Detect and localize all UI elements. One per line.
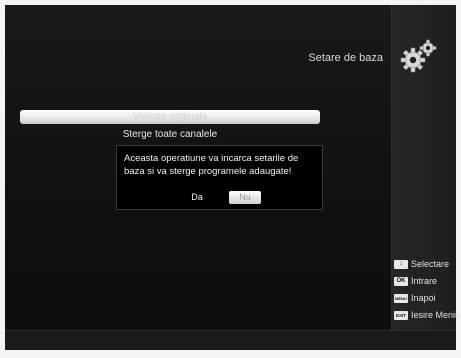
page-title: Setare de baza	[308, 52, 383, 64]
menu-item-label: Valoare originala	[132, 111, 208, 122]
help-label: Iesire Meniu	[411, 310, 461, 320]
no-button-label: Nu	[239, 192, 251, 202]
gear-icon	[400, 39, 437, 73]
no-button[interactable]: Nu	[229, 191, 261, 204]
help-row-exit: EXIT Iesire Meniu	[394, 309, 460, 326]
menu-key-icon: MENU	[394, 294, 408, 303]
help-row-select: ↕ Selectare	[394, 258, 454, 275]
dialog-message: Aceasta operatiune va incarca setarile d…	[124, 153, 299, 177]
help-row-enter: OK Intrare	[394, 275, 454, 292]
exit-key-icon: EXIT	[394, 311, 408, 320]
menu-item-original-value[interactable]: Valoare originala	[20, 110, 320, 124]
bottom-bar	[5, 330, 456, 350]
help-label: Selectare	[411, 259, 450, 269]
ok-key-icon: OK	[394, 277, 408, 286]
confirm-dialog: Aceasta operatiune va incarca setarile d…	[116, 145, 323, 210]
help-label: Inapoi	[411, 293, 436, 303]
menu-item-delete-channels[interactable]: Sterge toate canalele	[20, 127, 320, 143]
updown-key-icon: ↕	[394, 260, 408, 269]
help-legend: ↕ Selectare OK Intrare MENU Inapoi EXIT …	[394, 258, 460, 326]
help-label: Intrare	[411, 276, 438, 286]
help-row-back: MENU Inapoi	[394, 292, 454, 309]
yes-button[interactable]: Da	[181, 191, 213, 204]
